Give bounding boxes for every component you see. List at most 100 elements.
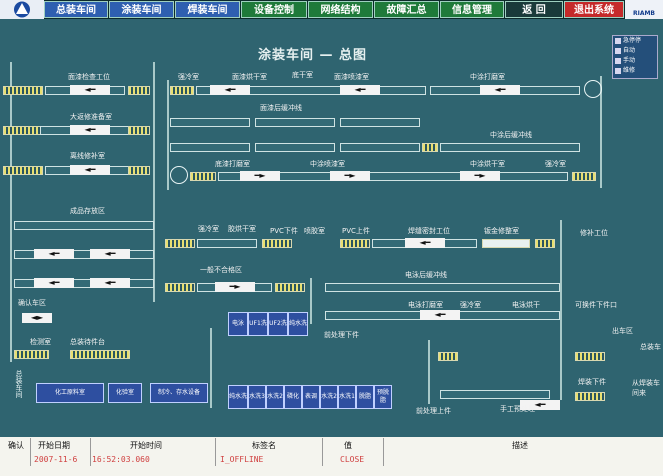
conveyor-rail (428, 340, 430, 404)
roller-bed (3, 86, 43, 95)
station-label: 面漆后缓冲线 (260, 104, 302, 112)
station-label: 离线修补室 (70, 152, 105, 160)
roller-bed (3, 126, 43, 135)
brand-mark: RIAMB (625, 0, 663, 19)
left-arrow-icon: ◄━ (70, 125, 110, 135)
station-label: 钣金修整室 (484, 227, 519, 235)
station-label: 中涂烘干室 (470, 160, 505, 168)
station-label: 胶烘干室 (228, 225, 256, 233)
left-arrow-icon: ◄━ (90, 278, 130, 288)
tank-uf1: UF1洗 (248, 312, 268, 336)
nav-button-5[interactable]: 故障汇总 (374, 1, 439, 18)
station-label: 成品存放区 (70, 207, 105, 215)
station-label: 中涂后缓冲线 (490, 131, 532, 139)
col-header-start-date[interactable]: 开始日期 (38, 440, 70, 451)
left-arrow-icon: ◄━ (34, 278, 74, 288)
alarm-tag[interactable]: I_OFFLINE (220, 455, 263, 464)
tank-di-water: 纯水洗 (288, 312, 308, 336)
tank-uf2: UF2洗 (268, 312, 288, 336)
roller-bed (340, 239, 370, 248)
left-arrow-icon: ◄━ (480, 85, 520, 95)
station-label: 强冷室 (545, 160, 566, 168)
station-label: 电泳打磨室 (408, 301, 443, 309)
logo-icon (14, 1, 30, 18)
station-label: 底干室 (292, 71, 313, 79)
station-label: 修补工位 (580, 229, 608, 237)
nav-button-7[interactable]: 返 回 (505, 1, 563, 18)
company-logo (0, 0, 44, 19)
station-label: 面漆喷漆室 (334, 73, 369, 81)
conveyor-rail (210, 328, 212, 408)
station-label: 确认车区 (18, 299, 46, 307)
station-label: 前处理上件 (416, 407, 451, 415)
col-header-start-time[interactable]: 开始时间 (130, 440, 162, 451)
roller-bed (70, 350, 130, 359)
roller-bed (572, 172, 596, 181)
chemical-room: 化工原料室 (36, 383, 104, 403)
column-divider (322, 438, 323, 466)
station-label: 焊装下件 (578, 378, 606, 386)
station-label: 可换件下件口 (575, 301, 617, 309)
legend-item-estop: 急停停 (613, 36, 657, 46)
nav-button-3[interactable]: 设备控制 (241, 1, 307, 18)
nav-button-2[interactable]: 焊装车间 (175, 1, 240, 18)
left-arrow-icon: ◄━ (34, 249, 74, 259)
buffer-line (170, 143, 250, 152)
nav-button-0[interactable]: 总装车间 (44, 1, 108, 18)
station-label: 从焊装车间来 (632, 379, 660, 397)
buffer-line (340, 143, 420, 152)
right-arrow-icon: ━► (460, 171, 500, 181)
station-label: 手工预处理 (500, 405, 535, 413)
conveyor-segment (440, 390, 550, 399)
station-label: 强冷室 (198, 225, 219, 233)
tank-degrease: 脱脂 (356, 385, 374, 409)
legend-item-maintenance: 维修 (613, 66, 657, 76)
buffer-line (325, 283, 560, 292)
station-label: 面漆检查工位 (68, 73, 110, 81)
buffer-line (255, 118, 335, 127)
conveyor-rail (560, 220, 562, 400)
col-header-description[interactable]: 描述 (512, 440, 528, 451)
alarm-value[interactable]: CLOSE (340, 455, 364, 464)
col-header-confirm[interactable]: 确认 (8, 440, 24, 451)
turntable (584, 80, 602, 98)
station-label: 总装车间 (15, 370, 23, 398)
roller-bed (128, 86, 150, 95)
right-arrow-icon: ━► (215, 282, 255, 292)
station-label: 中涂打磨室 (470, 73, 505, 81)
nav-button-1[interactable]: 涂装车间 (109, 1, 174, 18)
col-header-tag[interactable]: 标签名 (252, 440, 276, 451)
station-label: PVC上件 (342, 227, 370, 235)
conveyor-rail (310, 278, 312, 324)
col-header-value[interactable]: 值 (344, 440, 352, 451)
column-divider (215, 438, 216, 466)
alarm-start-date[interactable]: 2007-11-6 (34, 455, 77, 464)
tank-rinse-1: 水洗1 (338, 385, 356, 409)
roller-bed (438, 352, 458, 361)
legend-item-auto: 自动 (613, 46, 657, 56)
conveyor-rail (10, 62, 12, 362)
page-title: 涂装车间 — 总图 (258, 48, 368, 63)
nav-button-8[interactable]: 退出系统 (564, 1, 624, 18)
nav-button-6[interactable]: 信息管理 (440, 1, 504, 18)
station-label: 底漆打磨室 (215, 160, 250, 168)
tank-rinse-2: 水洗2 (266, 385, 284, 409)
roller-bed (128, 126, 150, 135)
buffer-line (170, 118, 250, 127)
roller-bed (170, 86, 194, 95)
tank-di-water-2: 纯水洗 (228, 385, 248, 409)
station-label: 前处理下件 (324, 331, 359, 339)
tank-electrocoat: 电泳 (228, 312, 248, 336)
nav-button-4[interactable]: 网络结构 (308, 1, 373, 18)
station-label: 强冷室 (178, 73, 199, 81)
left-arrow-icon: ◄━ (405, 238, 445, 248)
column-divider (90, 438, 91, 466)
station-label: 检测室 (30, 338, 51, 346)
station-label: 喷胶室 (304, 227, 325, 235)
roller-bed (422, 143, 438, 152)
left-arrow-icon: ◄━ (210, 85, 250, 95)
alarm-start-time[interactable]: 16:52:03.060 (92, 455, 150, 464)
tank-phosphate: 磷化 (284, 385, 302, 409)
buffer-line (340, 118, 420, 127)
left-arrow-icon: ◄━ (420, 310, 460, 320)
